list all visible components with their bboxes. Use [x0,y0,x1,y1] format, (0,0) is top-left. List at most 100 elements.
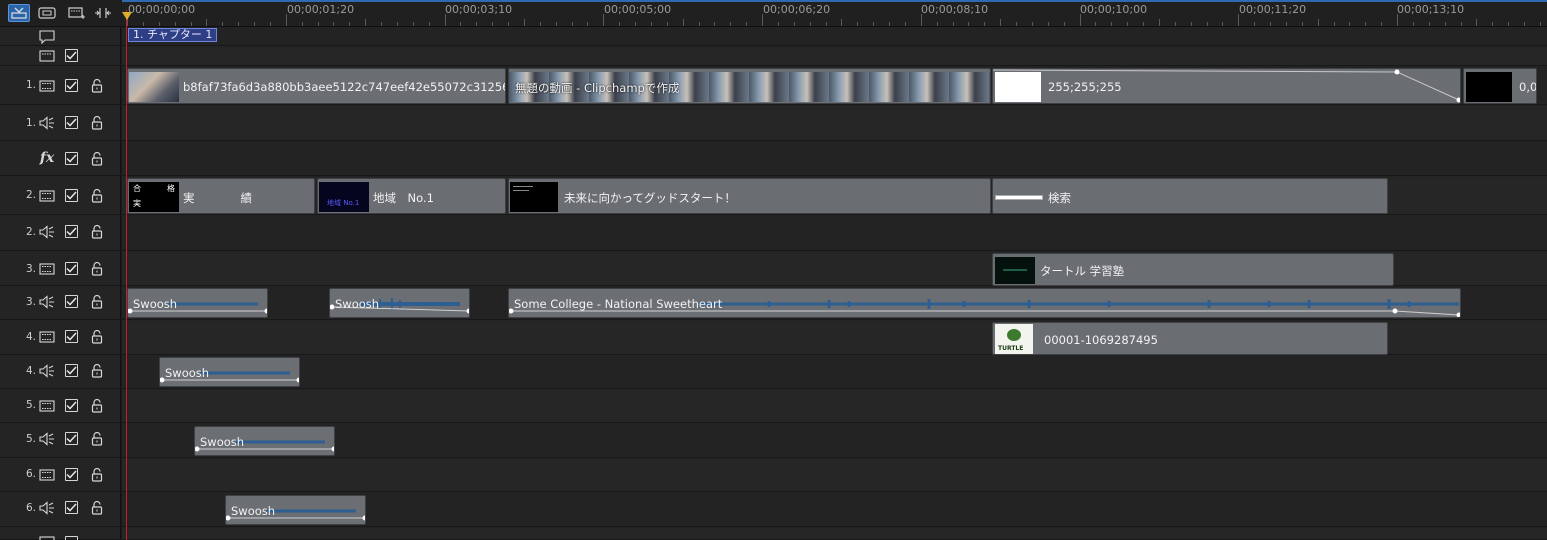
title-clip[interactable]: 検索 [992,178,1388,214]
lane-subtitle[interactable] [122,28,1547,46]
audio-clip[interactable]: Swoosh [329,288,470,318]
ruler-tick [396,22,398,26]
lane-audio-4[interactable] [122,356,1547,389]
lane-audio-2[interactable] [122,216,1547,251]
color-clip[interactable]: 0,0, [1463,68,1537,104]
lane-chapter[interactable] [122,47,1547,66]
title-clip[interactable]: 合 格 実 実 績 [127,178,315,214]
timeline-area[interactable]: 00;00;00;00 00;00;01;20 00;00;03;10 00;0… [122,0,1547,540]
playhead-handle[interactable] [122,12,132,20]
lane-video-6[interactable] [122,459,1547,492]
clip-thumbnail [995,182,1043,212]
image-clip[interactable]: TURTLE 00001-1069287495 [992,322,1388,355]
video-clip[interactable]: 無題の動画 - Clipchampで作成 [508,68,991,104]
audio-track-icon [38,295,56,309]
ruler-tick [1254,22,1256,26]
ruler-tick [1095,22,1097,26]
lane-audio-5[interactable] [122,424,1547,458]
unlock-icon[interactable] [90,116,104,130]
video-clip[interactable]: b8faf73fa6d3a880bb3aee5122c747eef42e5507… [127,68,506,104]
ruler-tick [650,22,652,26]
track-enable-checkbox[interactable] [65,262,78,275]
ruler-tick [476,22,478,26]
audio-clip[interactable]: Swoosh [194,426,335,456]
unlock-icon[interactable] [90,79,104,93]
ruler-tick [682,19,684,26]
ruler-tick [1079,14,1081,26]
ruler-tick [1412,22,1414,26]
clip-label: Swoosh [165,366,210,380]
ruler-tick [1190,22,1192,26]
ruler-tick [1000,19,1002,26]
ruler-timecode: 00;00;03;10 [445,3,513,16]
track-enable-checkbox[interactable] [65,364,78,377]
unlock-icon[interactable] [90,364,104,378]
ruler-tick [1301,22,1303,26]
clip-label: 0,0, [1519,80,1537,94]
track-enable-checkbox[interactable] [65,116,78,129]
lane-video-5[interactable] [122,390,1547,423]
ruler-tick [333,22,335,26]
chapter-track-enable-checkbox[interactable] [65,49,78,62]
ruler-timecode: 00;00;10;00 [1080,3,1148,16]
color-clip[interactable]: 255;255;255 [992,68,1461,104]
track-enable-checkbox[interactable] [65,468,78,481]
unlock-icon[interactable] [90,189,104,203]
track-enable-checkbox[interactable] [65,536,78,540]
clip-label: タートル 学習塾 [1040,264,1125,278]
track-header-audio-2: 2. [0,216,121,251]
audio-track-icon [38,364,56,378]
track-enable-checkbox[interactable] [65,432,78,445]
timeline-view-icon[interactable] [8,4,30,22]
audio-clip[interactable]: Swoosh [225,495,366,525]
playhead-line[interactable] [126,10,127,540]
unlock-icon[interactable] [90,501,104,515]
track-enable-checkbox[interactable] [65,330,78,343]
time-ruler[interactable]: 00;00;00;00 00;00;01;20 00;00;03;10 00;0… [122,0,1547,27]
title-clip[interactable]: タートル 学習塾 [992,253,1394,286]
ruler-tick [952,22,954,26]
track-manager-icon[interactable] [66,4,88,22]
ruler-tick [1524,22,1525,26]
track-enable-checkbox[interactable] [65,152,78,165]
track-enable-checkbox[interactable] [65,189,78,202]
unlock-icon[interactable] [90,262,104,276]
ruler-tick [762,14,763,26]
lane-audio-1[interactable] [122,106,1547,141]
audio-clip[interactable]: Swoosh [127,288,268,318]
storyboard-view-icon[interactable] [36,4,58,22]
ruler-tick [1016,22,1017,26]
unlock-icon[interactable] [90,295,104,309]
track-enable-checkbox[interactable] [65,79,78,92]
chapter-marker[interactable]: 1. チャプター 1 [128,28,218,42]
track-enable-checkbox[interactable] [65,225,78,238]
ruler-tick [301,22,303,26]
ruler-tick [285,14,287,26]
track-number: 1. [25,79,36,91]
unlock-icon[interactable] [90,152,104,166]
audio-track-icon [38,116,56,130]
unlock-icon[interactable] [90,432,104,446]
title-clip[interactable]: 未来に向かってグッドスタート！ [508,178,991,214]
track-number: 3. [25,296,36,308]
track-enable-checkbox[interactable] [65,295,78,308]
track-enable-checkbox[interactable] [65,501,78,514]
ruler-tick [539,22,541,26]
ruler-tick [1174,22,1176,26]
ruler-tick [920,14,922,26]
fit-timeline-icon[interactable] [92,4,114,22]
track-number: 4. [25,365,36,377]
unlock-icon[interactable] [90,468,104,482]
unlock-icon[interactable] [90,330,104,344]
audio-clip[interactable]: Some College - National Sweetheart [508,288,1461,318]
lane-effect[interactable] [122,142,1547,176]
unlock-icon[interactable] [90,399,104,413]
ruler-timecode: 00;00;00;00 [128,3,196,16]
unlock-icon[interactable] [90,225,104,239]
track-enable-checkbox[interactable] [65,399,78,412]
ruler-tick [904,22,906,26]
title-clip[interactable]: 地域 No.1 地域 No.1 [317,178,506,214]
ruler-timecode: 00;00;05;00 [604,3,672,16]
audio-clip[interactable]: Swoosh [159,357,300,387]
lane-video-7[interactable] [122,528,1547,540]
